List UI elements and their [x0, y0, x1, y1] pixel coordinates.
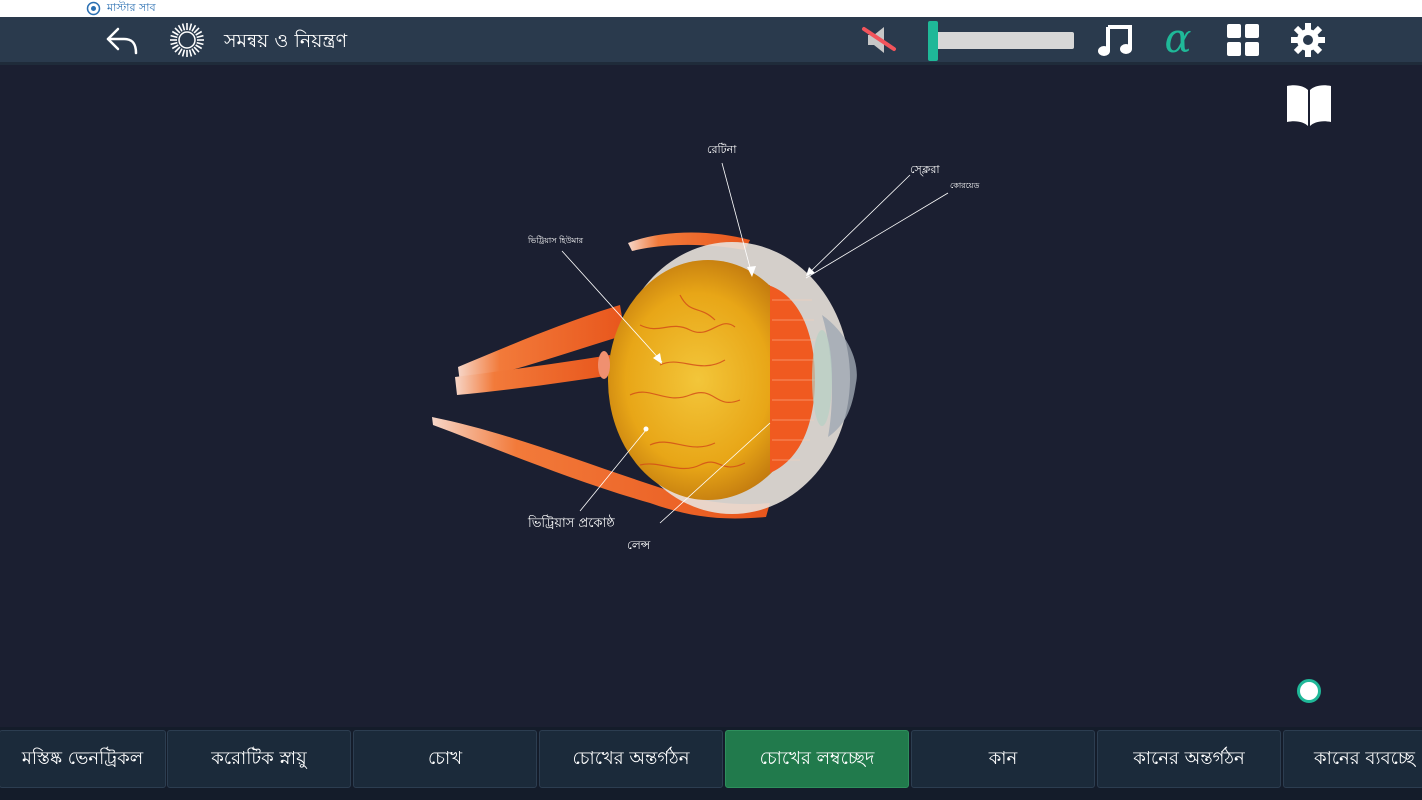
tab-label: চোখ [427, 747, 463, 769]
sun-ray [181, 49, 186, 57]
sun-logo-icon [168, 21, 206, 59]
grid-icon [1227, 24, 1259, 56]
sun-ray [170, 41, 178, 46]
tab-label: করোটিক স্নায়ু [211, 747, 307, 769]
alpha-button[interactable]: α [1158, 16, 1198, 62]
tab-eye-internal-structure[interactable]: চোখের অন্তর্গঠন [539, 730, 723, 788]
sun-ray [196, 41, 204, 46]
sun-ray [171, 30, 179, 36]
volume-slider-track[interactable] [930, 32, 1074, 49]
sun-ray [177, 48, 183, 56]
sun-ray [188, 49, 193, 57]
label-vitreous-chamber: ভিট্রিয়াস প্রকোষ্ঠ [528, 516, 615, 531]
hotspot-toggle-button[interactable] [1297, 679, 1321, 703]
sun-ray [174, 27, 181, 34]
sun-ray [195, 44, 203, 50]
lens-shape [812, 330, 832, 426]
tab-ear-internal-structure[interactable]: কানের অন্তর্গঠন [1097, 730, 1281, 788]
sun-ray [196, 34, 204, 39]
sun-ray [191, 24, 197, 32]
undo-arrow-icon [106, 27, 138, 55]
sun-ray [171, 44, 179, 50]
sun-ray [195, 30, 203, 36]
sun-ray [174, 46, 181, 53]
label-retina: রেটিনা [707, 143, 737, 156]
tab-label: চোখের লম্বচ্ছেদ [759, 747, 875, 769]
top-toolbar: সমন্বয় ও নিয়ন্ত্রণ α [0, 16, 1422, 65]
sun-ray [193, 46, 200, 53]
speaker-muted-icon [862, 27, 896, 53]
tab-cranial-nerves[interactable]: করোটিক স্নায়ু [167, 730, 351, 788]
sun-ray [188, 23, 193, 31]
music-button[interactable] [1096, 21, 1136, 59]
tab-eye-cross-section[interactable]: চোখের লম্বচ্ছেদ [725, 730, 909, 788]
sun-ray [193, 27, 200, 34]
volume-slider[interactable] [928, 21, 1074, 61]
tab-label: কানের অন্তর্গঠন [1133, 747, 1245, 769]
tab-label: চোখের অন্তর্গঠন [572, 747, 690, 769]
tab-label: কানের ব্যবচ্ছে [1314, 747, 1415, 769]
music-note-icon [1098, 25, 1132, 56]
app-logo-icon [86, 1, 101, 16]
volume-slider-thumb[interactable] [928, 21, 938, 61]
settings-button[interactable] [1288, 20, 1328, 60]
window-title-bar: মাস্টার সাব [0, 0, 1422, 17]
label-vitreous-humor: ভিট্রিয়াস হিউমার [528, 236, 583, 245]
label-choroid: কোরয়েড [950, 181, 980, 190]
eye-illustration [432, 162, 949, 524]
optic-nerve [598, 351, 610, 379]
label-sclera: স্ক্লেরা [910, 163, 940, 176]
mute-button[interactable] [860, 23, 898, 57]
tab-ear[interactable]: কান [911, 730, 1095, 788]
label-lens: লেন্স [627, 538, 651, 552]
grid-menu-button[interactable] [1225, 21, 1261, 59]
tab-label: মস্তিষ্ক ভেনট্রিকল [21, 747, 144, 769]
tab-brain-ventricle[interactable]: মস্তিষ্ক ভেনট্রিকল [0, 730, 166, 788]
sun-ray [181, 23, 186, 31]
page-title: সমন্বয় ও নিয়ন্ত্রণ [224, 30, 348, 52]
window-title: মাস্টার সাব [107, 1, 156, 14]
sun-ray [191, 48, 197, 56]
eye-diagram: রেটিনা স্ক্লেরা কোরয়েড ভিট্রিয়াস হিউমা… [0, 65, 1422, 727]
tab-label: কান [988, 747, 1018, 769]
back-button[interactable] [104, 23, 140, 57]
tab-ear-dissection[interactable]: কানের ব্যবচ্ছে [1283, 730, 1422, 788]
gear-icon [1291, 23, 1325, 57]
bottom-tab-bar: মস্তিষ্ক ভেনট্রিকল করোটিক স্নায়ু চোখ চো… [0, 727, 1422, 800]
sun-ray [177, 24, 183, 32]
sun-ray [170, 34, 178, 39]
tab-eye[interactable]: চোখ [353, 730, 537, 788]
